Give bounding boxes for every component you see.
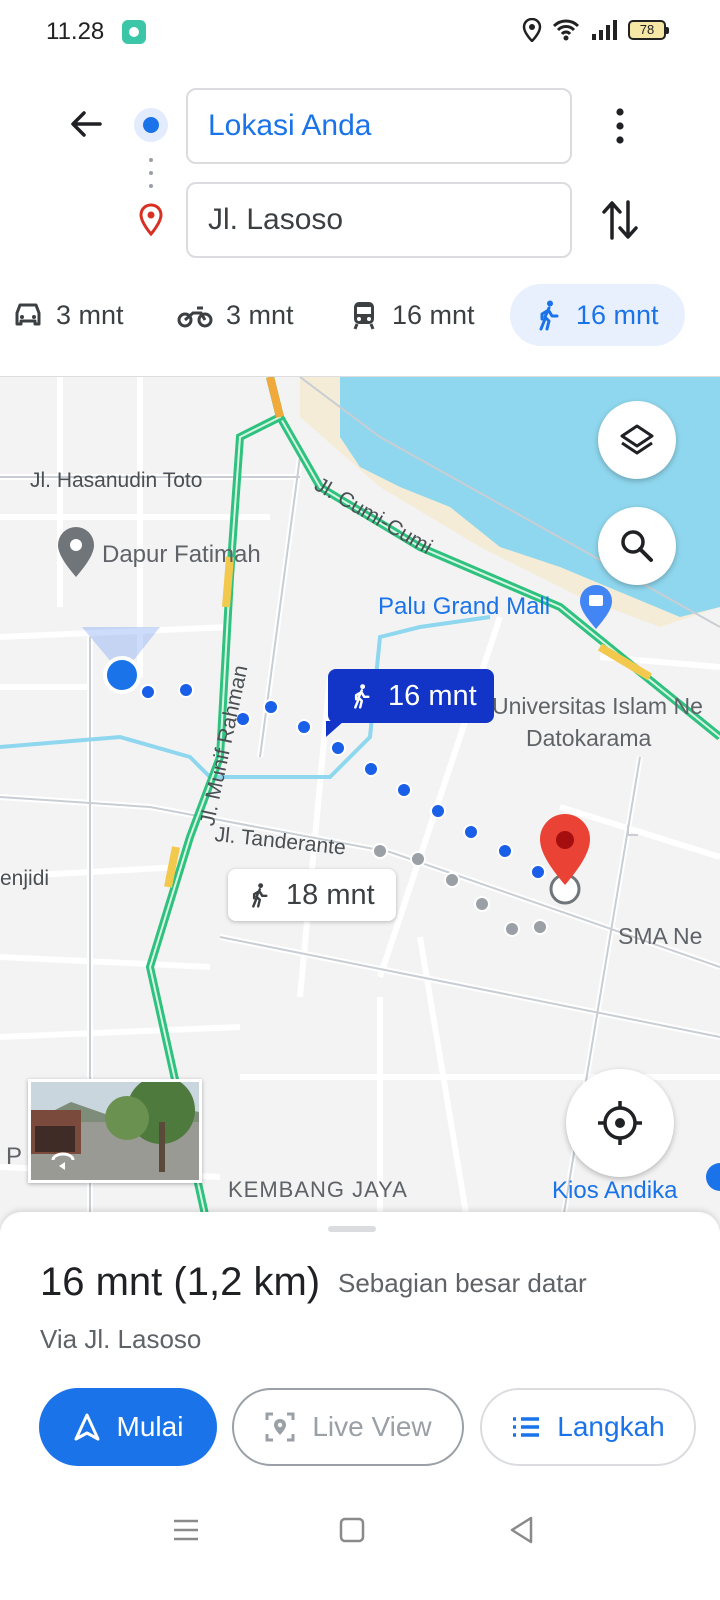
- trip-duration: 16 mnt (1,2 km): [40, 1260, 321, 1304]
- walk-icon: [354, 684, 370, 709]
- sheet-drag-handle[interactable]: [328, 1226, 376, 1232]
- search-along-route-button[interactable]: [598, 507, 676, 585]
- route-duration-label: 16 mnt: [388, 679, 477, 712]
- layers-button[interactable]: [598, 401, 676, 479]
- poi-label[interactable]: Kios Andika: [552, 1177, 677, 1205]
- steps-button[interactable]: Langkah: [480, 1388, 696, 1466]
- tab-car-label: 3 mnt: [56, 299, 124, 330]
- status-time: 11.28: [46, 18, 105, 45]
- transit-icon: [353, 302, 375, 330]
- live-view-icon: [265, 1412, 295, 1442]
- poi-label[interactable]: Palu Grand Mall: [378, 593, 550, 621]
- poi-label[interactable]: Universitas Islam Ne: [492, 693, 703, 720]
- alt-route-bubble[interactable]: 18 mnt: [228, 869, 396, 921]
- poi-label: Datokarama: [526, 725, 652, 751]
- destination-input[interactable]: Jl. Lasoso: [186, 182, 572, 258]
- wifi-icon: [552, 19, 580, 41]
- tab-walk[interactable]: 16 mnt: [510, 284, 685, 346]
- signal-icon: [592, 20, 617, 40]
- motorcycle-icon: [177, 306, 213, 328]
- status-icons: 78: [522, 18, 669, 42]
- travel-mode-tabs: 3 mnt 3 mnt 16 mnt 16 mnt: [0, 284, 720, 346]
- battery-icon: 78: [628, 20, 669, 40]
- tab-motorcycle-label: 3 mnt: [226, 299, 294, 330]
- origin-input[interactable]: Lokasi Anda: [186, 88, 572, 164]
- street-label: Jl. Hasanudin Toto: [30, 469, 203, 492]
- status-bar: 11.28 78: [0, 0, 720, 64]
- street-view-photo: [31, 1082, 199, 1180]
- route-duration-bubble[interactable]: 16 mnt: [326, 669, 494, 737]
- car-icon: [15, 303, 41, 326]
- start-label: Mulai: [116, 1411, 184, 1442]
- alt-route-label: 18 mnt: [286, 878, 375, 911]
- tab-motorcycle[interactable]: 3 mnt: [176, 284, 294, 346]
- tab-walk-label: 16 mnt: [576, 299, 659, 330]
- app-notification-icon: [122, 20, 146, 44]
- menu-nav-icon[interactable]: [166, 1510, 206, 1550]
- route-connector: [149, 158, 153, 188]
- steps-label: Langkah: [557, 1411, 665, 1442]
- origin-dot-icon: [134, 108, 168, 142]
- terrain-note: Sebagian besar datar: [338, 1268, 587, 1298]
- layers-icon: [620, 424, 654, 455]
- tab-transit-label: 16 mnt: [392, 299, 475, 330]
- start-button[interactable]: Mulai: [39, 1388, 217, 1466]
- poi-label[interactable]: Dapur Fatimah: [102, 541, 261, 569]
- tab-car[interactable]: 3 mnt: [12, 284, 124, 346]
- route-via: Via Jl. Lasoso: [40, 1324, 202, 1354]
- poi-label: P: [6, 1143, 23, 1170]
- list-icon: [513, 1417, 540, 1437]
- recenter-button[interactable]: [566, 1069, 674, 1177]
- live-view-button[interactable]: Live View: [232, 1388, 464, 1466]
- street-label: enjidi: [0, 867, 50, 890]
- search-icon: [621, 530, 653, 562]
- poi-label: SMA Ne: [618, 923, 703, 949]
- street-view-thumbnail[interactable]: [28, 1079, 202, 1183]
- swap-direction-icon[interactable]: [600, 196, 640, 244]
- area-label: KEMBANG JAYA: [228, 1177, 408, 1202]
- destination-pin-icon: [139, 203, 163, 237]
- map-view[interactable]: Jl. Hasanudin Toto Dapur Fatimah Jl. Cum…: [0, 376, 720, 1236]
- walk-icon: [539, 300, 559, 331]
- back-arrow-icon[interactable]: [66, 104, 106, 144]
- more-options-icon[interactable]: [606, 104, 634, 148]
- system-nav-bar: [0, 1490, 720, 1600]
- navigation-arrow-icon: [74, 1413, 100, 1441]
- crosshair-icon: [598, 1101, 642, 1145]
- tab-transit[interactable]: 16 mnt: [348, 284, 475, 346]
- back-nav-icon[interactable]: [502, 1510, 542, 1550]
- location-icon: [522, 18, 542, 42]
- live-view-label: Live View: [312, 1411, 432, 1442]
- walk-icon: [252, 883, 268, 908]
- home-nav-icon[interactable]: [332, 1510, 372, 1550]
